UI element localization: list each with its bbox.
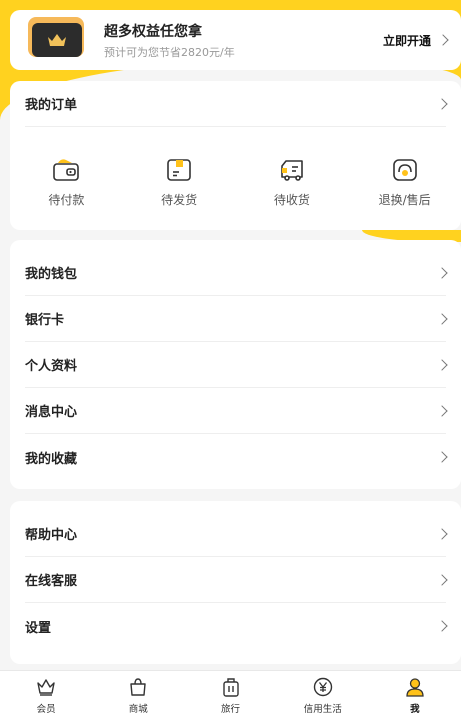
chevron-right-icon bbox=[436, 404, 448, 417]
user-icon bbox=[406, 677, 424, 697]
chevron-right-icon bbox=[437, 34, 449, 46]
menu-profile[interactable]: 个人资料 bbox=[25, 342, 448, 388]
chevron-right-icon bbox=[436, 312, 448, 325]
bottom-tab-bar: 会员 商城 旅行 信用生活 我 bbox=[0, 670, 461, 719]
tab-me[interactable]: 我 bbox=[369, 671, 461, 719]
order-after-sales[interactable]: 退换/售后 bbox=[348, 157, 461, 208]
menu-online-service[interactable]: 在线客服 bbox=[25, 557, 448, 603]
orders-header[interactable]: 我的订单 bbox=[25, 81, 448, 127]
luggage-icon bbox=[222, 677, 239, 697]
chevron-right-icon bbox=[436, 573, 448, 586]
support-menu: 帮助中心 在线客服 设置 bbox=[10, 501, 461, 664]
tab-label: 旅行 bbox=[221, 703, 241, 715]
menu-wallet[interactable]: 我的钱包 bbox=[25, 250, 448, 296]
membership-banner[interactable]: 超多权益任您拿 预计可为您节省2820元/年 立即开通 bbox=[10, 10, 461, 70]
membership-subtitle: 预计可为您节省2820元/年 bbox=[104, 45, 235, 59]
tab-label: 会员 bbox=[36, 703, 56, 715]
menu-settings[interactable]: 设置 bbox=[25, 603, 448, 649]
menu-item-label: 设置 bbox=[25, 620, 52, 636]
activate-label: 立即开通 bbox=[382, 33, 431, 48]
menu-item-label: 个人资料 bbox=[25, 359, 78, 374]
crown-icon bbox=[48, 34, 66, 46]
orders-title: 我的订单 bbox=[25, 98, 78, 113]
tab-member[interactable]: 会员 bbox=[0, 671, 92, 719]
chevron-right-icon bbox=[436, 97, 448, 110]
activate-button[interactable]: 立即开通 bbox=[382, 32, 449, 49]
orders-card: 我的订单 待付款 待发货 待收货 退换/售后 bbox=[10, 81, 461, 230]
package-icon bbox=[167, 159, 191, 181]
tab-label: 商城 bbox=[128, 703, 148, 715]
menu-item-label: 我的收藏 bbox=[25, 451, 78, 467]
membership-title: 超多权益任您拿 bbox=[104, 23, 202, 40]
vip-card-icon bbox=[28, 17, 84, 57]
tab-credit-life[interactable]: 信用生活 bbox=[277, 671, 369, 719]
truck-icon bbox=[281, 160, 303, 181]
chevron-right-icon bbox=[436, 527, 448, 540]
chevron-right-icon bbox=[436, 266, 448, 279]
order-pending-payment[interactable]: 待付款 bbox=[10, 157, 123, 208]
tab-label: 信用生活 bbox=[303, 703, 342, 715]
menu-item-label: 帮助中心 bbox=[25, 528, 78, 543]
order-item-label: 待发货 bbox=[161, 193, 198, 207]
order-item-label: 待收货 bbox=[273, 193, 310, 207]
chevron-right-icon bbox=[436, 358, 448, 371]
menu-bank-card[interactable]: 银行卡 bbox=[25, 296, 448, 342]
order-item-label: 退换/售后 bbox=[378, 193, 431, 207]
order-pending-shipment[interactable]: 待发货 bbox=[123, 157, 236, 208]
crown-icon bbox=[37, 678, 55, 696]
menu-item-label: 银行卡 bbox=[25, 313, 65, 328]
menu-favorites[interactable]: 我的收藏 bbox=[25, 434, 448, 480]
menu-item-label: 在线客服 bbox=[25, 574, 78, 589]
headset-icon bbox=[392, 159, 417, 181]
chevron-right-icon bbox=[436, 451, 448, 463]
menu-item-label: 我的钱包 bbox=[25, 267, 78, 282]
tab-travel[interactable]: 旅行 bbox=[184, 671, 276, 719]
chevron-right-icon bbox=[436, 620, 448, 632]
order-pending-receipt[interactable]: 待收货 bbox=[236, 157, 349, 208]
order-item-label: 待付款 bbox=[48, 193, 85, 207]
menu-help-center[interactable]: 帮助中心 bbox=[25, 511, 448, 557]
wallet-icon bbox=[53, 159, 80, 181]
tab-label: 我 bbox=[410, 703, 420, 715]
menu-item-label: 消息中心 bbox=[25, 405, 78, 420]
tab-mall[interactable]: 商城 bbox=[92, 671, 184, 719]
menu-messages[interactable]: 消息中心 bbox=[25, 388, 448, 434]
yen-icon bbox=[313, 677, 332, 696]
shopping-bag-icon bbox=[130, 677, 146, 696]
account-menu: 我的钱包 银行卡 个人资料 消息中心 我的收藏 bbox=[10, 240, 461, 489]
